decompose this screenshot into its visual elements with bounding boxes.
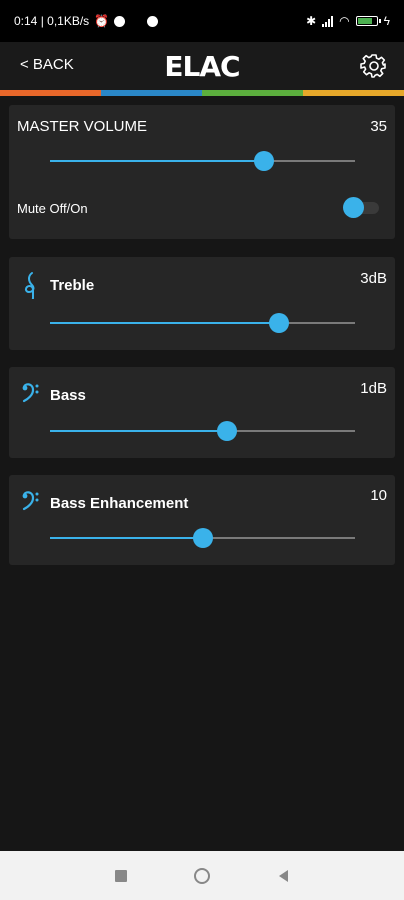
master-volume-title: MASTER VOLUME [17,118,148,135]
strip-blue [101,90,202,96]
wifi-icon: ◠ [339,14,350,28]
app-notification-icon-2 [147,15,159,27]
mute-label: Mute Off/On [17,201,88,216]
bass-value: 1dB [360,380,387,397]
system-nav-bar [0,851,404,900]
bass-clef-icon [22,383,39,403]
status-bar: 0:14 | 0,1KB/s ⏰ ✱ ◠ ϟ [0,0,404,42]
bass-enhancement-title: Bass Enhancement [50,495,189,512]
charging-icon: ϟ [383,14,390,28]
bass-enhancement-slider[interactable] [50,528,355,548]
circle-icon [193,867,210,884]
strip-orange [0,90,101,96]
status-time-speed: 0:14 | 0,1KB/s [14,14,90,28]
bass-card: Bass 1dB [9,367,395,458]
treble-title: Treble [50,277,95,294]
alarm-icon: ⏰ [94,14,110,28]
strip-yellow [303,90,404,96]
app-header: < BACK ELAC [0,42,404,90]
recents-button[interactable] [112,867,130,885]
mute-toggle[interactable] [343,197,379,218]
color-strip [0,90,404,96]
signal-icon [322,15,334,27]
triangle-back-icon [279,869,289,882]
battery-icon [355,16,381,26]
gear-icon[interactable] [360,52,388,80]
status-right: ✱ ◠ ϟ [306,14,390,28]
square-icon [114,869,127,882]
master-volume-card: MASTER VOLUME 35 Mute Off/On [9,105,395,239]
treble-value: 3dB [360,270,387,287]
slider-thumb[interactable] [192,528,213,548]
back-nav-button[interactable] [274,867,292,885]
slider-thumb[interactable] [216,421,237,441]
status-left: 0:14 | 0,1KB/s ⏰ [14,14,159,28]
home-button[interactable] [193,867,211,885]
bluetooth-icon: ✱ [306,14,317,28]
bass-enhancement-card: Bass Enhancement 10 [9,475,395,565]
bass-enhancement-value: 10 [370,487,387,504]
elac-logo: ELAC [164,50,240,83]
slider-thumb[interactable] [253,151,274,171]
treble-clef-icon [24,272,35,299]
bass-slider[interactable] [50,421,355,441]
slider-thumb[interactable] [268,313,289,333]
master-volume-value: 35 [370,118,387,135]
app-notification-icon [114,15,126,27]
bass-title: Bass [50,387,86,404]
strip-green [202,90,303,96]
master-volume-slider[interactable] [50,151,355,171]
treble-slider[interactable] [50,313,355,333]
bass-clef-icon [22,491,39,511]
treble-card: Treble 3dB [9,257,395,350]
